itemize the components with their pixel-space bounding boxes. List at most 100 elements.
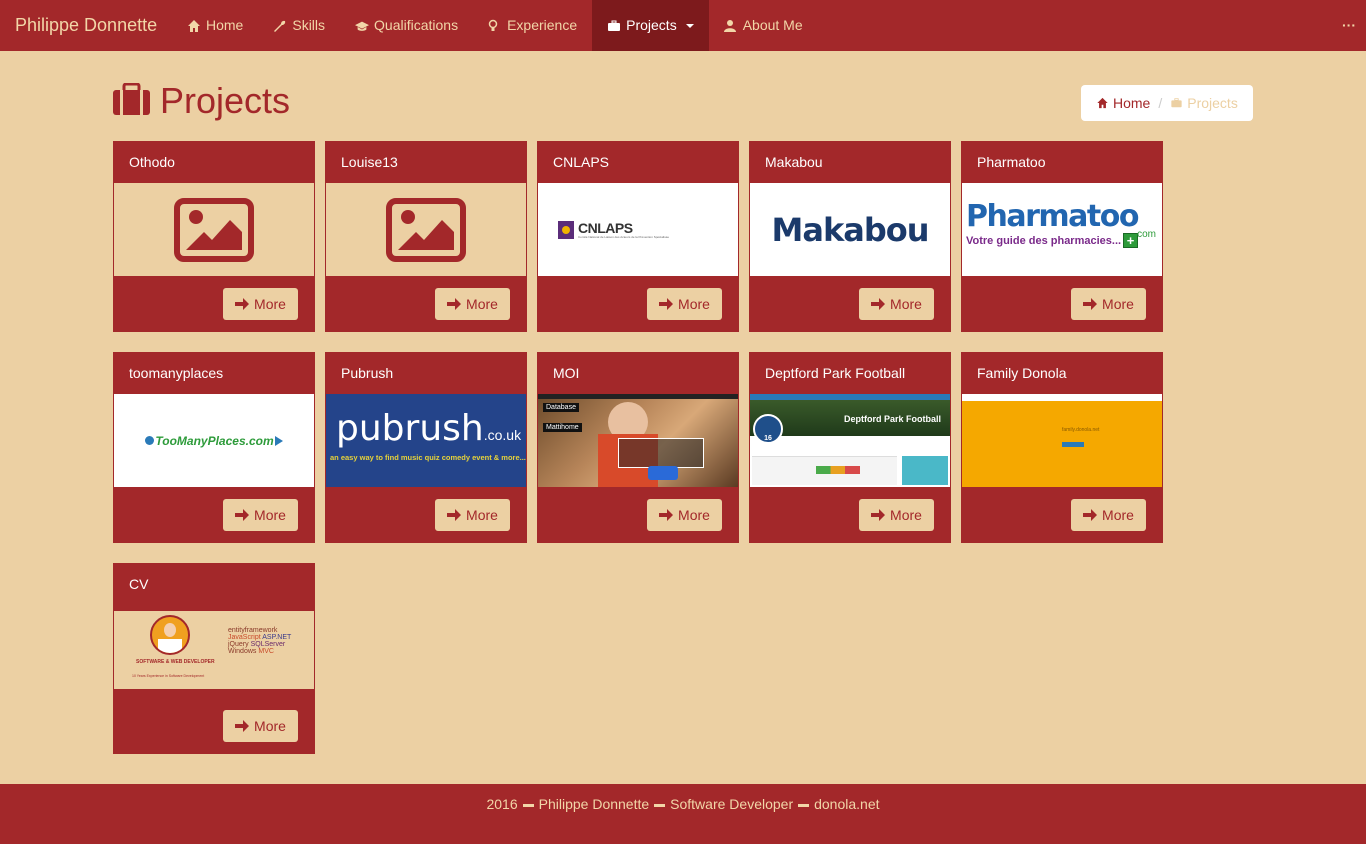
project-card-cv: CV SOFTWARE & WEB DEVELOPER 10 Years Exp… (113, 563, 315, 754)
placeholder-image-icon (174, 197, 254, 262)
more-button[interactable]: More (647, 288, 722, 320)
project-title: CV (129, 576, 149, 592)
cv-word: SQLServer (250, 641, 286, 648)
more-button[interactable]: More (647, 499, 722, 531)
deptford-badge: 16 (753, 414, 783, 444)
project-title: Makabou (765, 154, 823, 170)
footer-name: Philippe Donnette (538, 796, 650, 812)
moi-dialog (618, 438, 704, 468)
dash-separator (654, 804, 666, 807)
project-card-deptford: Deptford Park Football Deptford Park Foo… (749, 352, 951, 543)
makabou-logo: Makabou (771, 210, 930, 249)
more-button[interactable]: More (435, 499, 510, 531)
more-button[interactable]: More (223, 499, 298, 531)
arrow-right-icon (1083, 298, 1098, 310)
project-card-pharmatoo: Pharmatoo Pharmatoo .com Votre guide des… (961, 141, 1163, 332)
cv-footer (114, 689, 314, 698)
nav-experience-label: Experience (507, 17, 578, 33)
more-label: More (890, 296, 922, 312)
cv-role: SOFTWARE & WEB DEVELOPER (136, 659, 215, 665)
placeholder-image-icon (386, 197, 466, 262)
project-image (114, 183, 314, 276)
briefcase-icon (607, 19, 621, 33)
project-card-pubrush: Pubrush pubrush.co.uk an easy way to fin… (325, 352, 527, 543)
pharmatoo-logo-com: .com (1134, 229, 1156, 240)
footer-site-link[interactable]: donola.net (814, 796, 879, 844)
nav-home[interactable]: Home (172, 0, 258, 51)
pubrush-logo-name: pubrush (336, 408, 484, 449)
cv-word: Windows (228, 648, 257, 655)
more-label: More (254, 507, 286, 523)
breadcrumb-home-label: Home (1113, 95, 1151, 111)
breadcrumb-current-label: Projects (1187, 95, 1238, 111)
project-card-makabou: Makabou Makabou More (749, 141, 951, 332)
project-title: Family Donola (977, 365, 1067, 381)
pharmatoo-logo-tagline: Votre guide des pharmacies... (966, 234, 1122, 247)
page-title: Projects (160, 80, 291, 121)
breadcrumb: Home / Projects (1081, 85, 1253, 121)
family-navbar (962, 394, 1162, 401)
more-button[interactable]: More (1071, 499, 1146, 531)
arrow-right-icon (447, 509, 462, 521)
more-button[interactable]: More (223, 288, 298, 320)
more-button[interactable]: More (435, 288, 510, 320)
nav-qualifications[interactable]: Qualifications (340, 0, 473, 51)
more-label: More (678, 296, 710, 312)
nav-skills[interactable]: Skills (258, 0, 340, 51)
navbar: Philippe Donnette Home Skills Qualificat… (0, 0, 1366, 51)
more-button[interactable]: More (859, 288, 934, 320)
project-card-toomanyplaces: toomanyplaces TooManyPlaces.com More (113, 352, 315, 543)
nav-about[interactable]: About Me (709, 0, 818, 51)
breadcrumb-home[interactable]: Home (1096, 95, 1150, 111)
arrow-right-icon (235, 298, 250, 310)
nav-projects[interactable]: Projects (592, 0, 709, 51)
project-title: Louise13 (341, 154, 398, 170)
more-label: More (890, 507, 922, 523)
arrow-right-icon (447, 298, 462, 310)
brand-link[interactable]: Philippe Donnette (0, 0, 172, 51)
more-button[interactable]: More (223, 710, 298, 742)
family-button (1062, 442, 1084, 447)
briefcase-icon (1171, 98, 1182, 108)
arrow-right-icon (871, 509, 886, 521)
project-title: MOI (553, 365, 580, 381)
toomanyplaces-logo: TooManyPlaces.com (155, 433, 274, 448)
menu-dots-icon[interactable]: ··· (1342, 0, 1356, 51)
pubrush-logo: pubrush.co.uk (336, 411, 526, 453)
more-button[interactable]: More (1071, 288, 1146, 320)
home-icon (187, 19, 201, 33)
arrow-right-icon (235, 720, 250, 732)
pharmatoo-logo: Pharmatoo .com Votre guide des pharmacie… (966, 201, 1162, 248)
cnlaps-logo-name: CNLAPS (578, 219, 633, 236)
nav-experience[interactable]: Experience (473, 0, 592, 51)
project-card-othodo: Othodo More (113, 141, 315, 332)
project-image: family.donola.net (962, 394, 1162, 487)
project-card-cnlaps: CNLAPS CNLAPS Comité National de Liaison… (537, 141, 739, 332)
arrow-icon (274, 435, 283, 446)
more-label: More (1102, 507, 1134, 523)
project-image: CNLAPS Comité National de Liaison des Ac… (538, 183, 738, 276)
arrow-right-icon (871, 298, 886, 310)
graduation-cap-icon (355, 19, 370, 33)
cv-sub: 10 Years Experience in Software Developm… (132, 674, 205, 678)
project-image: Database Mattihome (538, 394, 738, 487)
footer-year: 2016 (486, 796, 518, 812)
home-icon (1097, 97, 1108, 109)
moi-label-database: Database (543, 403, 579, 412)
dash-separator (798, 804, 810, 807)
project-title: Pharmatoo (977, 154, 1046, 170)
family-domain: family.donola.net (1062, 427, 1100, 433)
cv-word: jQuery (228, 641, 249, 648)
cv-word: ASP.NET (262, 634, 292, 641)
more-button[interactable]: More (859, 499, 934, 531)
pubrush-logo-tld: .co.uk (483, 427, 522, 443)
project-card-louise13: Louise13 More (325, 141, 527, 332)
project-title: Pubrush (341, 365, 394, 381)
wrench-icon (273, 19, 287, 33)
moi-topbar (538, 394, 738, 399)
project-card-family-donola: Family Donola family.donola.net More (961, 352, 1163, 543)
arrow-right-icon (659, 509, 674, 521)
arrow-right-icon (1083, 509, 1098, 521)
chevron-down-icon (685, 23, 694, 28)
user-icon (723, 19, 738, 33)
